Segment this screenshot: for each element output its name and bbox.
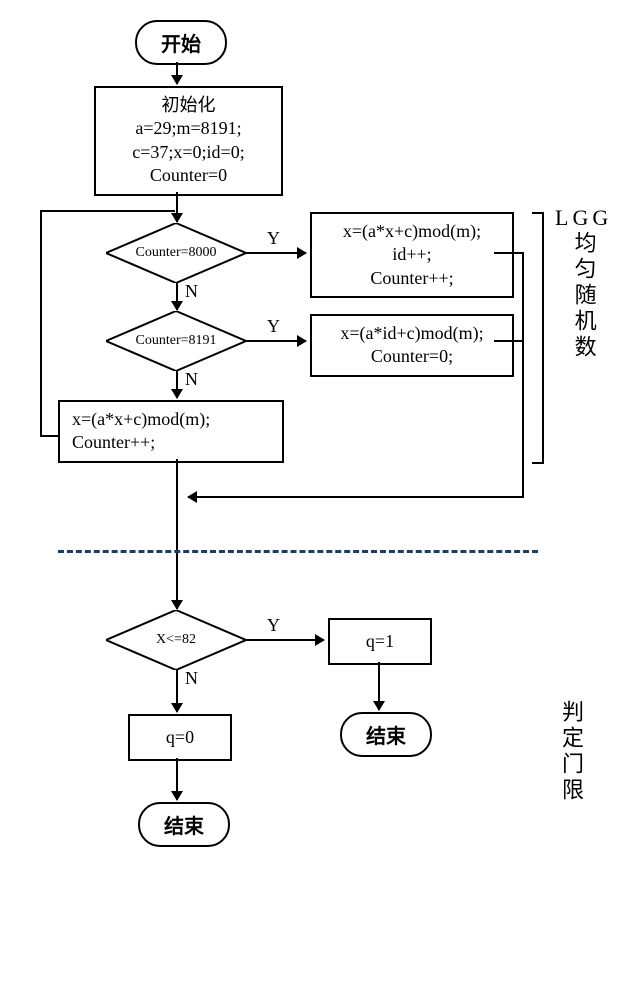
ptop-l2: id++; xyxy=(322,243,502,266)
pleft-l1: x=(a*x+c)mod(m); xyxy=(72,408,272,431)
init-title: 初始化 xyxy=(106,94,271,117)
process-branch2: x=(a*id+c)mod(m); Counter=0; xyxy=(310,314,514,377)
section2-label: 判定门限 xyxy=(555,700,587,804)
arrow xyxy=(246,639,324,641)
arrow xyxy=(378,662,380,710)
label-y: Y xyxy=(267,615,280,636)
terminal-start: 开始 xyxy=(135,20,227,65)
end2-label: 结束 xyxy=(164,816,204,838)
line xyxy=(494,252,524,254)
ptop-l3: Counter++; xyxy=(322,267,502,290)
line xyxy=(522,252,524,497)
label-y: Y xyxy=(267,316,280,337)
line xyxy=(494,340,524,342)
decision-counter-8000: Counter=8000 xyxy=(106,223,246,283)
process-default: x=(a*x+c)mod(m); Counter++; xyxy=(58,400,284,463)
flowchart: 开始 初始化 a=29;m=8191; c=37;x=0;id=0; Count… xyxy=(20,20,620,980)
line xyxy=(40,210,175,212)
line xyxy=(40,435,58,437)
q0-text: q=0 xyxy=(166,727,194,747)
ptop-l1: x=(a*x+c)mod(m); xyxy=(322,220,502,243)
terminal-end1: 结束 xyxy=(340,712,432,757)
pmid-l2: Counter=0; xyxy=(322,345,502,368)
process-init: 初始化 a=29;m=8191; c=37;x=0;id=0; Counter=… xyxy=(94,86,283,196)
section1-label: LGGLGG均匀随机数均匀随机数 xyxy=(555,205,612,361)
process-q1: q=1 xyxy=(328,618,432,665)
pmid-l1: x=(a*id+c)mod(m); xyxy=(322,322,502,345)
arrow xyxy=(176,670,178,712)
terminal-end2: 结束 xyxy=(138,802,230,847)
line xyxy=(40,212,42,437)
label-y: Y xyxy=(267,228,280,249)
start-label: 开始 xyxy=(161,34,201,56)
dec1-text: Counter=8000 xyxy=(136,245,217,261)
arrow xyxy=(176,758,178,800)
arrow xyxy=(246,340,306,342)
arrow xyxy=(176,283,178,310)
q1-text: q=1 xyxy=(366,631,394,651)
end1-label: 结束 xyxy=(366,726,406,748)
arrow xyxy=(176,62,178,84)
decision-counter-8191: Counter=8191 xyxy=(106,311,246,371)
dec2-text: Counter=8191 xyxy=(136,333,217,349)
init-line2: c=37;x=0;id=0; xyxy=(106,141,271,164)
label-n: N xyxy=(185,281,198,302)
label-n: N xyxy=(185,369,198,390)
decision-x-82: X<=82 xyxy=(106,610,246,670)
section-divider xyxy=(58,550,538,553)
dec3-text: X<=82 xyxy=(156,632,196,648)
arrow xyxy=(176,459,178,609)
pleft-l2: Counter++; xyxy=(72,431,272,454)
arrow xyxy=(176,371,178,398)
label-n: N xyxy=(185,668,198,689)
process-q0: q=0 xyxy=(128,714,232,761)
init-line3: Counter=0 xyxy=(106,164,271,187)
arrow xyxy=(246,252,306,254)
arrow xyxy=(176,192,178,222)
arrow xyxy=(188,496,524,498)
process-branch1: x=(a*x+c)mod(m); id++; Counter++; xyxy=(310,212,514,298)
init-line1: a=29;m=8191; xyxy=(106,117,271,140)
bracket-section1 xyxy=(532,212,544,464)
